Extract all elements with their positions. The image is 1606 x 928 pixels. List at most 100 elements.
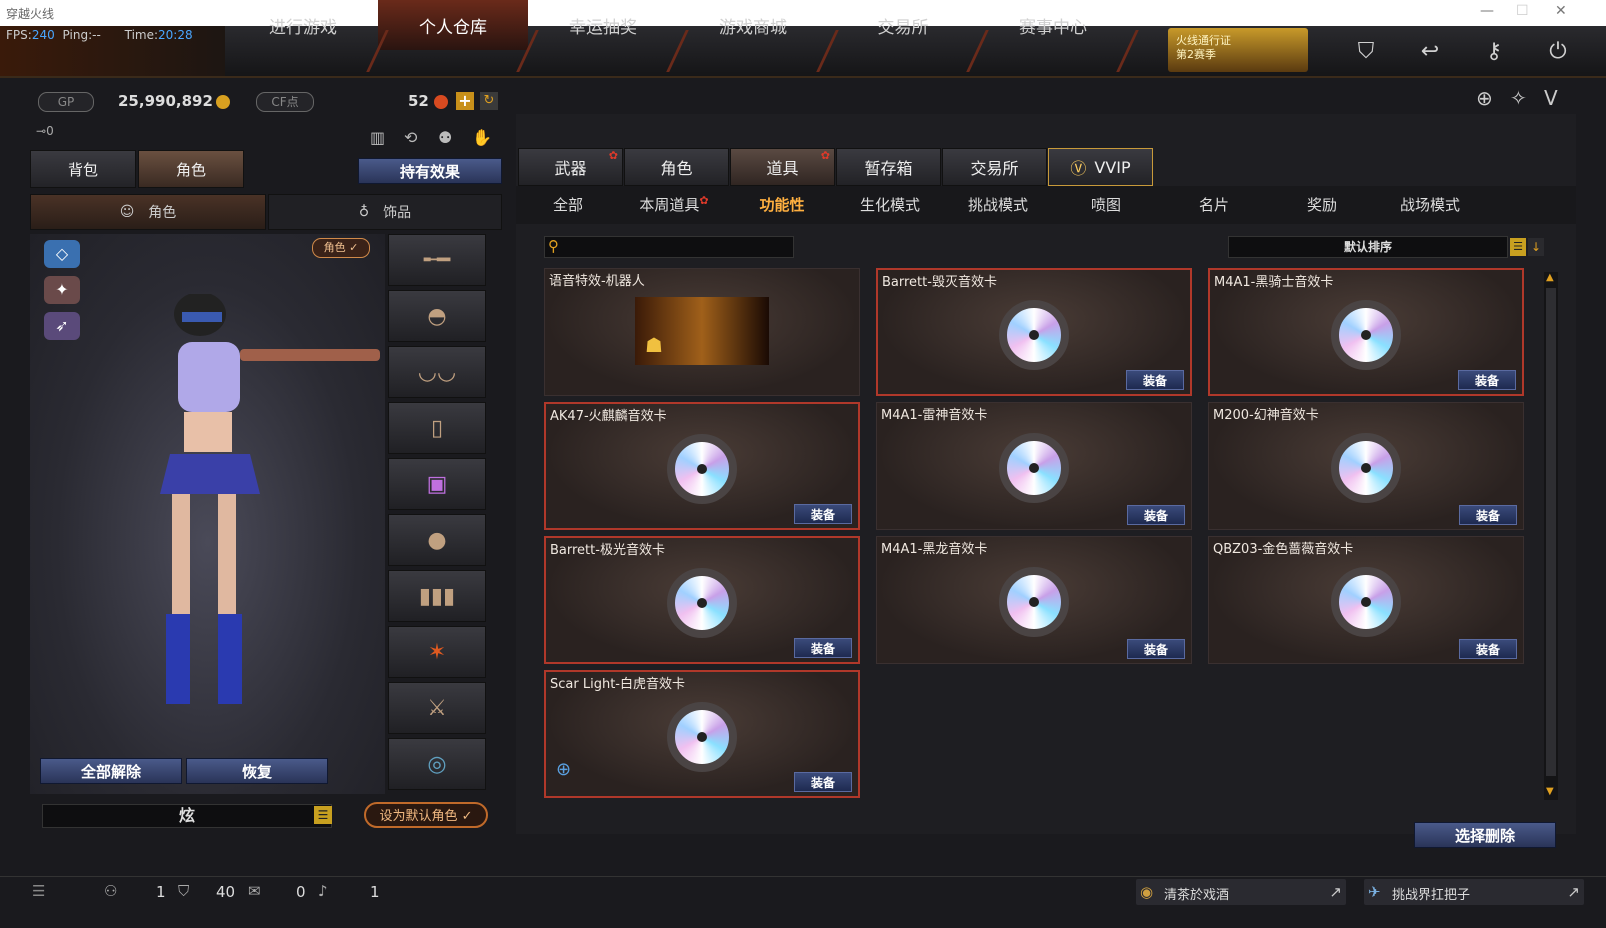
slot-radio[interactable]: ▯: [388, 402, 486, 454]
slot-goggles[interactable]: ◡◡: [388, 346, 486, 398]
nav-tab-shop[interactable]: 游戏商城: [678, 0, 828, 50]
filter-challenge-mode[interactable]: 挑战模式: [948, 194, 1048, 216]
tab-backpack[interactable]: 背包: [30, 150, 136, 188]
item-card[interactable]: Barrett-极光音效卡 装备: [544, 536, 860, 664]
item-card[interactable]: QBZ03-金色蔷薇音效卡 装备: [1208, 536, 1524, 664]
menu-icon[interactable]: ☰: [314, 806, 332, 824]
preset-name-field[interactable]: 炫: [42, 804, 332, 828]
filter-rewards[interactable]: 奖励: [1272, 194, 1372, 216]
item-card[interactable]: M4A1-黑骑士音效卡 装备: [1208, 268, 1524, 396]
restore-button[interactable]: 恢复: [186, 758, 328, 784]
list-view-icon[interactable]: ☰: [1510, 238, 1526, 256]
tab-character[interactable]: 角色: [138, 150, 244, 188]
friends-icon[interactable]: ⚇: [104, 882, 117, 900]
subtab-accessories[interactable]: ♁ 饰品: [268, 194, 502, 230]
slot-knife[interactable]: ⚔: [388, 682, 486, 734]
expand-icon[interactable]: ↗: [1567, 883, 1580, 901]
filter-all[interactable]: 全部: [518, 194, 618, 216]
select-delete-button[interactable]: 选择删除: [1414, 822, 1556, 848]
category-storage[interactable]: 暂存箱: [836, 148, 941, 186]
close-icon[interactable]: ✕: [1555, 3, 1567, 19]
category-weapons[interactable]: 武器 ✿: [518, 148, 623, 186]
nav-tab-inventory[interactable]: 个人仓库: [378, 0, 528, 50]
scrollbar-thumb[interactable]: [1546, 288, 1556, 776]
rank-icon[interactable]: ▥: [370, 128, 385, 147]
equip-button[interactable]: 装备: [794, 772, 852, 792]
vvip-icon[interactable]: V: [1544, 86, 1558, 110]
filter-weekly[interactable]: 本周道具✿: [624, 194, 724, 216]
globe-icon[interactable]: ⊕: [1476, 86, 1493, 110]
equip-button[interactable]: 装备: [794, 504, 852, 524]
item-card[interactable]: Barrett-毁灭音效卡 装备: [876, 268, 1192, 396]
filter-sprays[interactable]: 喷图: [1056, 194, 1156, 216]
equip-button[interactable]: 装备: [1127, 505, 1185, 525]
category-vvip[interactable]: Ⓥ VVIP: [1048, 148, 1153, 186]
filter-name-cards[interactable]: 名片: [1164, 194, 1264, 216]
nav-tab-lottery[interactable]: 幸运抽奖: [528, 0, 678, 50]
minimize-icon[interactable]: —: [1480, 3, 1494, 19]
slot-ammo[interactable]: ▮▮▮: [388, 570, 486, 622]
category-exchange[interactable]: 交易所: [942, 148, 1047, 186]
item-card[interactable]: M4A1-黑龙音效卡 装备: [876, 536, 1192, 664]
category-items[interactable]: 道具 ✿: [730, 148, 835, 186]
equip-button[interactable]: 装备: [794, 638, 852, 658]
item-card[interactable]: AK47-火麒麟音效卡 装备: [544, 402, 860, 530]
equip-button[interactable]: 装备: [1459, 639, 1517, 659]
expand-icon[interactable]: ↗: [1329, 883, 1342, 901]
add-cf-button[interactable]: +: [456, 92, 474, 110]
nav-tab-exchange[interactable]: 交易所: [828, 0, 978, 50]
list-icon[interactable]: ☰: [32, 882, 45, 900]
scroll-up-icon[interactable]: ▲: [1546, 272, 1554, 283]
equip-button[interactable]: 装备: [1459, 505, 1517, 525]
slot-pet[interactable]: ✶: [388, 626, 486, 678]
mode-badge-icon[interactable]: ◇: [44, 240, 80, 268]
rotate-icon[interactable]: ⟲: [404, 128, 417, 147]
goggles-icon: ◡◡: [417, 359, 457, 385]
slot-grenade[interactable]: ●: [388, 514, 486, 566]
filter-zombie-mode[interactable]: 生化模式: [840, 194, 940, 216]
battle-pass-button[interactable]: 火线通行证 第2赛季: [1168, 28, 1308, 72]
tools-icon[interactable]: ✧: [1510, 86, 1527, 110]
character-preview[interactable]: ◇ ✦ ➶ 角色 ✓: [30, 234, 385, 794]
slot-primary-weapon[interactable]: ╾━: [388, 234, 486, 286]
back-icon[interactable]: ↩: [1408, 30, 1452, 72]
volume-icon[interactable]: ♪: [318, 882, 328, 900]
set-default-character-button[interactable]: 设为默认角色 ✓: [364, 802, 488, 828]
nav-tab-tournament[interactable]: 赛事中心: [978, 0, 1128, 50]
slot-ring[interactable]: ◎: [388, 738, 486, 790]
slot-helmet[interactable]: ◓: [388, 290, 486, 342]
item-card[interactable]: M4A1-雷神音效卡 装备: [876, 402, 1192, 530]
character-swap-icon[interactable]: ⚉: [438, 128, 452, 147]
sort-dropdown[interactable]: 默认排序: [1228, 236, 1508, 258]
category-characters[interactable]: 角色: [624, 148, 729, 186]
sort-direction-icon[interactable]: ↓: [1528, 238, 1544, 256]
equip-button[interactable]: 装备: [1126, 370, 1184, 390]
nav-tab-play[interactable]: 进行游戏: [228, 0, 378, 50]
maximize-icon[interactable]: ☐: [1516, 3, 1529, 19]
clan-icon[interactable]: ⛉: [178, 882, 189, 900]
news-item[interactable]: ✈ 挑战界扛把子 ↗: [1364, 879, 1584, 905]
search-input[interactable]: [544, 236, 794, 258]
gesture-icon[interactable]: ✋: [472, 128, 492, 147]
refresh-icon[interactable]: ↻: [480, 92, 498, 110]
held-effects-button[interactable]: 持有效果: [358, 158, 502, 184]
equip-button[interactable]: 装备: [1127, 639, 1185, 659]
scroll-down-icon[interactable]: ▼: [1546, 786, 1554, 797]
eagle-badge-icon[interactable]: ✦: [44, 276, 80, 304]
subtab-character[interactable]: ☺ 角色: [30, 194, 266, 230]
item-card[interactable]: 语音特效-机器人 ☗: [544, 268, 860, 396]
filter-functional[interactable]: 功能性: [732, 194, 832, 216]
chat-icon[interactable]: ✉: [248, 882, 261, 900]
equip-button[interactable]: 装备: [1458, 370, 1516, 390]
unequip-all-button[interactable]: 全部解除: [40, 758, 182, 784]
item-card[interactable]: Scar Light-白虎音效卡 ⊕ 装备: [544, 670, 860, 798]
shield-icon[interactable]: ⛉: [1344, 30, 1388, 72]
news-item[interactable]: ◉ 清茶於戏酒 ↗: [1136, 879, 1346, 905]
power-icon[interactable]: ⏻: [1536, 30, 1580, 72]
key-icon[interactable]: ⚷: [1472, 30, 1516, 72]
item-card[interactable]: M200-幻神音效卡 装备: [1208, 402, 1524, 530]
item-name: M4A1-黑龙音效卡: [881, 542, 988, 557]
filter-battlefield[interactable]: 战场模式: [1380, 194, 1480, 216]
slot-backpack[interactable]: ▣: [388, 458, 486, 510]
bird-badge-icon[interactable]: ➶: [44, 312, 80, 340]
